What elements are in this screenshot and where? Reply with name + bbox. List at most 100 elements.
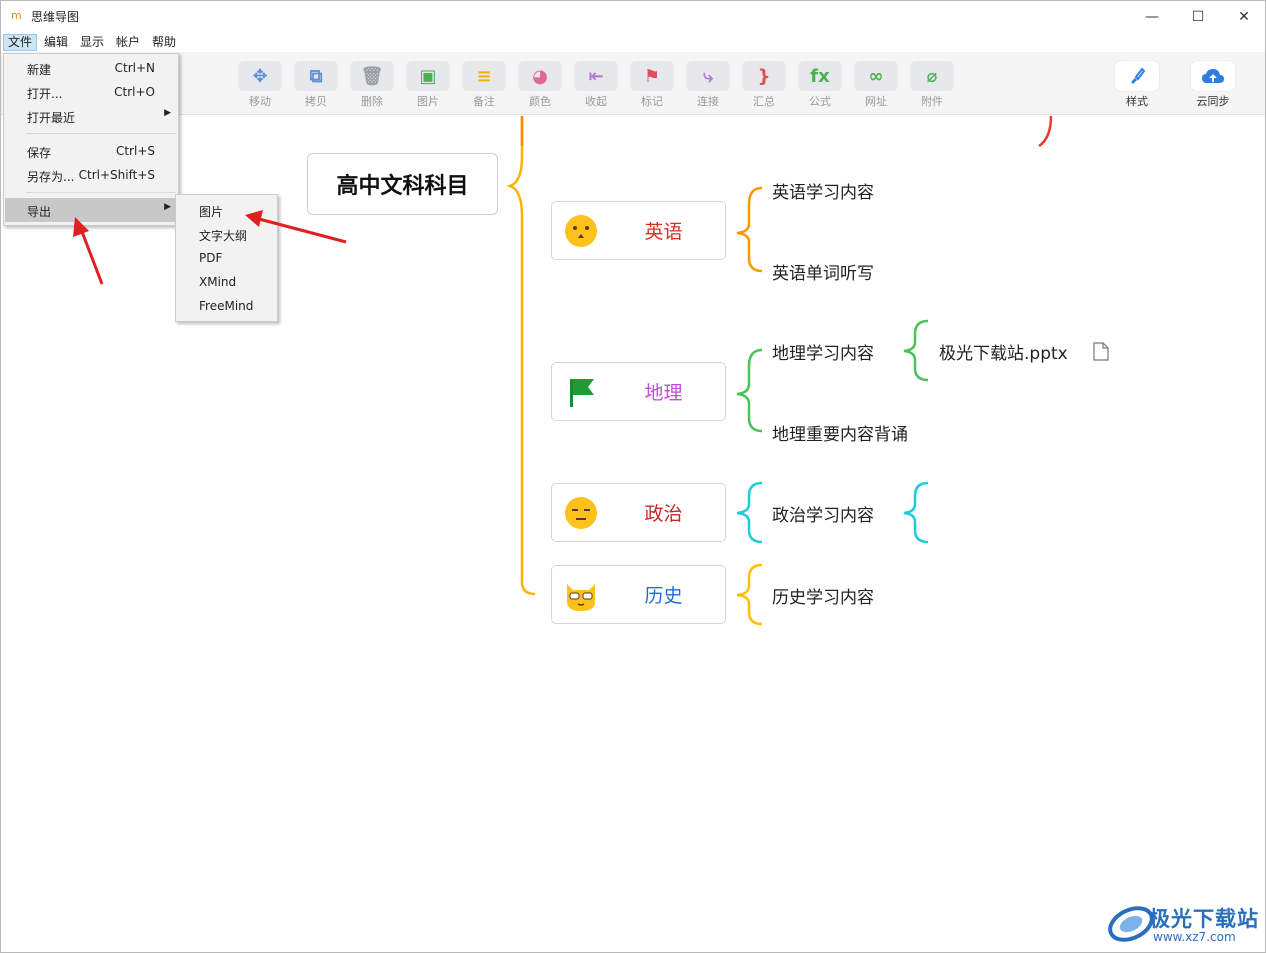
tool-connect[interactable]: ⤷ 连接 xyxy=(684,61,732,109)
tool-cloud-sync-label: 云同步 xyxy=(1196,95,1230,108)
leaf-geography-recite[interactable]: 地理重要内容背诵 xyxy=(772,420,908,445)
tool-trash[interactable]: 🗑 删除 xyxy=(348,61,396,109)
politics-sub-brace xyxy=(903,481,929,544)
root-branch-line xyxy=(506,116,536,596)
menu-item-save[interactable]: 保存 Ctrl+S xyxy=(5,139,177,163)
leaf-english-dictation[interactable]: 英语单词听写 xyxy=(772,259,874,284)
menu-separator xyxy=(26,133,176,134)
menu-item-open[interactable]: 打开... Ctrl+O xyxy=(5,80,177,104)
tool-label: 收起 xyxy=(585,95,607,108)
topic-geography[interactable]: 地理 xyxy=(551,362,726,421)
watermark-url: www.xz7.com xyxy=(1153,930,1236,944)
menu-separator xyxy=(26,192,176,193)
tool-move[interactable]: ✥ 移动 xyxy=(236,61,284,109)
menu-edit[interactable]: 编辑 xyxy=(40,34,72,51)
menu-item-save-as[interactable]: 另存为... Ctrl+Shift+S xyxy=(5,163,177,187)
document-icon[interactable] xyxy=(1093,342,1109,361)
image-icon: ▣ xyxy=(406,61,450,91)
flag-icon: ⚑ xyxy=(630,61,674,91)
paperclip-icon: ⌀ xyxy=(910,61,954,91)
menu-item-export-label: 导出 xyxy=(27,205,52,219)
geography-sub-brace xyxy=(903,319,929,382)
menu-item-new-label: 新建 xyxy=(27,63,52,77)
face-icon xyxy=(565,497,597,529)
tool-image[interactable]: ▣ 图片 xyxy=(404,61,452,109)
menu-file[interactable]: 文件 xyxy=(3,34,38,51)
export-freemind[interactable]: FreeMind xyxy=(199,299,253,313)
menu-item-save-as-label: 另存为... xyxy=(27,170,75,184)
tool-copy[interactable]: ⧉ 拷贝 xyxy=(292,61,340,109)
menu-item-open-recent-label: 打开最近 xyxy=(27,111,76,125)
tool-note[interactable]: ≡ 备注 xyxy=(460,61,508,109)
menu-account[interactable]: 帐户 xyxy=(112,34,144,51)
tool-label: 公式 xyxy=(809,95,831,108)
topic-history[interactable]: 历史 xyxy=(551,565,726,624)
topic-politics[interactable]: 政治 xyxy=(551,483,726,542)
collapse-icon: ⇤ xyxy=(574,61,618,91)
tool-formula[interactable]: fx 公式 xyxy=(796,61,844,109)
formula-icon: fx xyxy=(798,61,842,91)
toolbar: ✥ 移动 ⧉ 拷贝 🗑 删除 ▣ 图片 ≡ 备注 ◕ 颜色 ⇤ 收起 ⚑ 标记 ⤷ 连接 } 汇总 fx 公式 ∞ 网址 ⌀ 附件… xyxy=(1,52,1265,115)
tool-label: 连接 xyxy=(697,95,719,108)
topic-geography-label: 地理 xyxy=(644,382,683,404)
menu-item-open-recent[interactable]: 打开最近 ▶ xyxy=(5,104,177,128)
root-topic[interactable]: 高中文科科目 xyxy=(307,153,498,215)
topic-english-label: 英语 xyxy=(644,221,683,243)
minimize-button[interactable]: — xyxy=(1129,1,1175,32)
export-text-outline[interactable]: 文字大纲 xyxy=(199,227,247,244)
app-window: m 思维导图 — ☐ ✕ 文件 编辑 显示 帐户 帮助 ✥ 移动 ⧉ 拷贝 🗑 删除 ▣ 图片… xyxy=(0,0,1266,953)
cloud-upload-icon xyxy=(1191,61,1235,91)
tool-palette[interactable]: ◕ 颜色 xyxy=(516,61,564,109)
politics-brace xyxy=(736,481,763,544)
leaf-history-study[interactable]: 历史学习内容 xyxy=(772,583,874,608)
tool-summary-brace[interactable]: } 汇总 xyxy=(740,61,788,109)
tool-label: 备注 xyxy=(473,95,495,108)
tool-label: 汇总 xyxy=(753,95,775,108)
tool-label: 标记 xyxy=(641,95,663,108)
watermark-brand: 极光下载站 xyxy=(1149,907,1259,931)
tool-label: 网址 xyxy=(865,95,887,108)
window-title: 思维导图 xyxy=(31,10,80,24)
tool-label: 图片 xyxy=(417,95,439,108)
tool-collapse[interactable]: ⇤ 收起 xyxy=(572,61,620,109)
menu-bar: 文件 编辑 显示 帐户 帮助 xyxy=(1,32,1265,52)
menu-item-new[interactable]: 新建 Ctrl+N xyxy=(5,56,177,80)
menu-item-new-shortcut: Ctrl+N xyxy=(114,61,155,75)
copy-icon: ⧉ xyxy=(294,61,338,91)
tool-style[interactable]: 样式 xyxy=(1113,61,1161,109)
topic-politics-label: 政治 xyxy=(644,503,683,525)
english-brace xyxy=(736,186,763,273)
leaf-geography-study[interactable]: 地理学习内容 xyxy=(772,339,874,364)
menu-item-export[interactable]: 导出 ▶ xyxy=(5,198,177,222)
tool-cloud-sync[interactable]: 云同步 xyxy=(1189,61,1237,109)
export-submenu: 图片 文字大纲 PDF XMind FreeMind xyxy=(175,194,278,322)
leaf-politics-study[interactable]: 政治学习内容 xyxy=(772,501,874,526)
tool-label: 移动 xyxy=(249,95,271,108)
menu-item-save-as-shortcut: Ctrl+Shift+S xyxy=(78,168,155,182)
export-xmind[interactable]: XMind xyxy=(199,275,236,289)
leaf-english-study[interactable]: 英语学习内容 xyxy=(772,178,874,203)
tool-label: 附件 xyxy=(921,95,943,108)
menu-help[interactable]: 帮助 xyxy=(148,34,180,51)
app-logo-icon: m xyxy=(11,9,22,22)
leaf-geography-attachment[interactable]: 极光下载站.pptx xyxy=(939,339,1068,364)
menu-item-open-label: 打开... xyxy=(27,87,63,101)
face-icon xyxy=(565,215,597,247)
maximize-button[interactable]: ☐ xyxy=(1175,1,1221,32)
export-pdf[interactable]: PDF xyxy=(199,251,222,265)
geography-brace xyxy=(736,348,763,433)
close-button[interactable]: ✕ xyxy=(1221,1,1266,32)
topic-english[interactable]: 英语 xyxy=(551,201,726,260)
menu-item-save-label: 保存 xyxy=(27,146,52,160)
connect-icon: ⤷ xyxy=(686,61,730,91)
tool-paperclip[interactable]: ⌀ 附件 xyxy=(908,61,956,109)
file-menu-dropdown: 新建 Ctrl+N 打开... Ctrl+O 打开最近 ▶ 保存 Ctrl+S … xyxy=(3,53,179,226)
tool-link[interactable]: ∞ 网址 xyxy=(852,61,900,109)
tool-flag[interactable]: ⚑ 标记 xyxy=(628,61,676,109)
green-flag-icon xyxy=(570,379,594,407)
tool-style-label: 样式 xyxy=(1126,95,1148,108)
title-bar: m 思维导图 — ☐ ✕ xyxy=(1,1,1265,32)
menu-view[interactable]: 显示 xyxy=(76,34,108,51)
export-image[interactable]: 图片 xyxy=(199,203,223,220)
style-brush-icon xyxy=(1115,61,1159,91)
